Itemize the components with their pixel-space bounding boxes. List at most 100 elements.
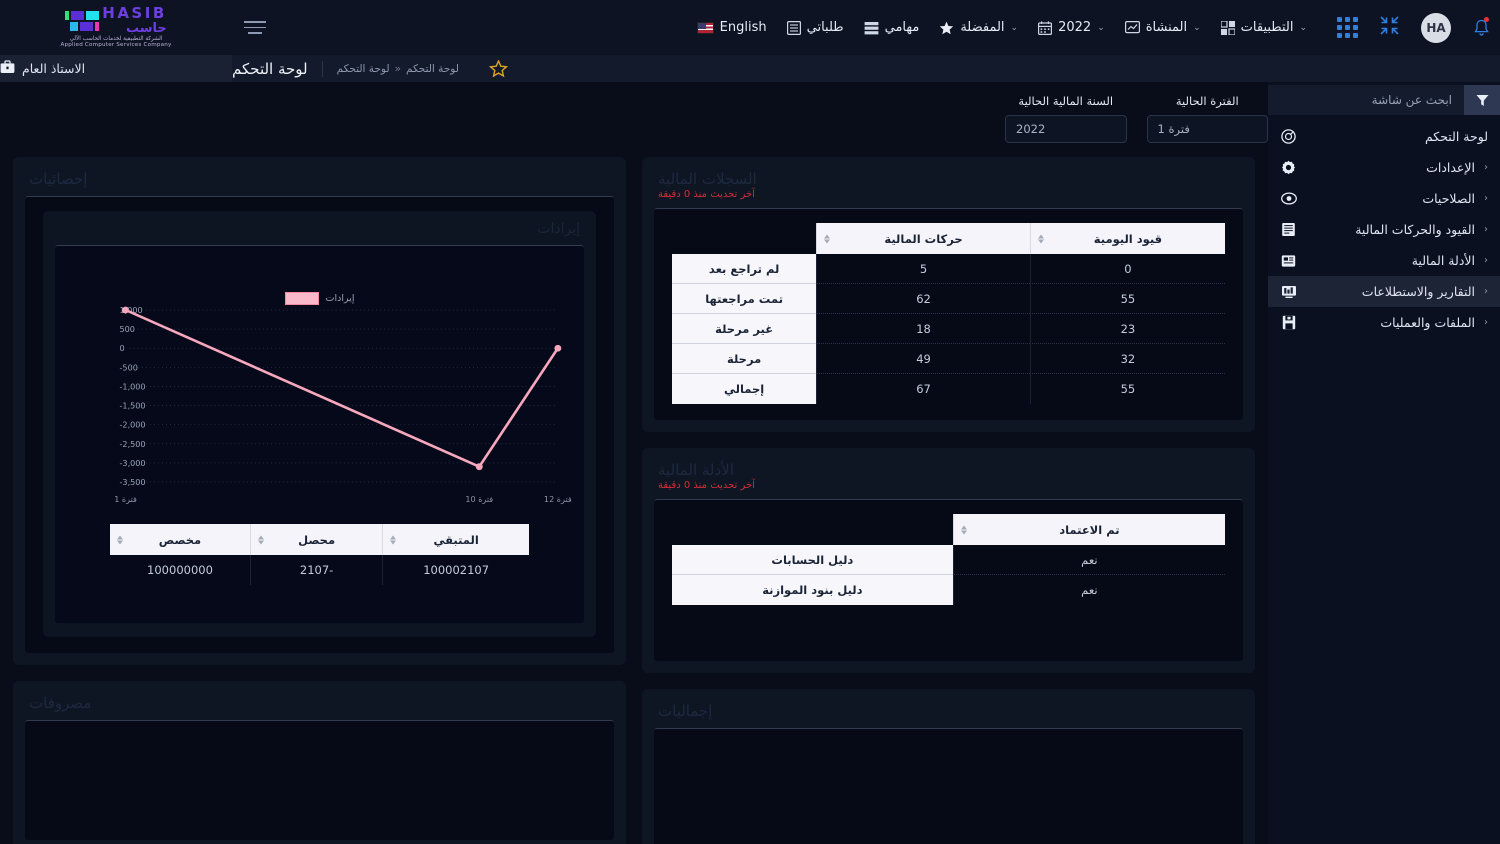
cell-journal: 23	[1030, 314, 1225, 344]
star-icon	[939, 21, 954, 35]
sidebar-item-reports-and-surveys[interactable]: التقارير والاستطلاعات ‹	[1268, 276, 1500, 307]
cell-journal: 32	[1030, 344, 1225, 374]
col-collected[interactable]: محصل	[250, 524, 382, 555]
col-financial-movements[interactable]: حركات المالية	[816, 223, 1030, 254]
sort-icon[interactable]	[824, 234, 830, 243]
breadcrumb-item-1[interactable]: لوحة التحكم	[337, 63, 390, 75]
table-row: نعم دليل بنود الموازنة	[672, 575, 1225, 605]
cell-collected: -2107	[250, 555, 382, 585]
subpanel-spacer	[67, 585, 572, 611]
chevron-down-icon: ⌄	[1011, 23, 1019, 33]
svg-text:2,500-: 2,500-	[120, 440, 146, 449]
hamburger-icon[interactable]	[232, 21, 278, 34]
nav-label: المنشاة	[1146, 20, 1187, 35]
sidebar-item-permissions[interactable]: الصلاحيات ‹	[1268, 183, 1500, 214]
nav-item-my-tasks[interactable]: مهامي	[864, 20, 920, 35]
sort-icon[interactable]	[117, 535, 123, 544]
table-row: 100002107 -2107 100000000	[110, 555, 529, 585]
svg-text:1,000-: 1,000-	[120, 382, 146, 391]
current-fiscal-year-field[interactable]	[1005, 115, 1127, 143]
breadcrumb-item-2[interactable]: لوحة التحكم	[406, 63, 459, 75]
table-header-row: المتبقي محصل	[110, 524, 529, 555]
cell-movements: 49	[816, 344, 1030, 374]
nav-item-favorites[interactable]: ⌄ المفضلة	[939, 20, 1018, 35]
svg-text:3,000-: 3,000-	[120, 459, 146, 468]
main-content: السنة المالية الحالية الفترة الحالية الس…	[0, 82, 1268, 844]
svg-text:فترة 1: فترة 1	[114, 495, 137, 504]
app-launcher-icon[interactable]	[1337, 17, 1358, 38]
search-input[interactable]	[1268, 85, 1464, 115]
divider	[322, 61, 323, 77]
avatar[interactable]: HA	[1421, 13, 1451, 43]
col-label: محصل	[298, 533, 335, 547]
current-period-group: الفترة الحالية	[1147, 94, 1269, 143]
calendar-icon	[1038, 21, 1052, 35]
notification-bell-icon[interactable]	[1473, 18, 1490, 37]
sort-icon[interactable]	[961, 525, 967, 534]
left-column: إحصائيات إيرادات إيرادات	[13, 157, 626, 844]
row-label: تمت مراجعتها	[672, 284, 816, 314]
cell-movements: 18	[816, 314, 1030, 344]
col-label: المتبقي	[433, 533, 478, 547]
col-label: تم الاعتماد	[1059, 523, 1119, 537]
table-header-row: تم الاعتماد	[672, 514, 1225, 545]
nav-item-establishment[interactable]: ⌄ المنشاة	[1125, 20, 1201, 35]
nav-item-fiscal-year[interactable]: ⌄ 2022	[1038, 20, 1105, 35]
sidebar-item-settings[interactable]: الإعدادات ‹	[1268, 152, 1500, 183]
chevron-down-icon: ⌄	[1097, 23, 1105, 33]
dashboard-grid: السجلات المالية آخر تحديث منذ 0 دقيقة قي…	[0, 143, 1268, 844]
sidebar-item-label: الإعدادات	[1306, 160, 1475, 175]
chevron-left-icon: ‹	[1484, 317, 1488, 328]
panel-title: إجماليات	[658, 702, 712, 720]
star-outline-icon[interactable]	[473, 60, 508, 78]
nav-item-language[interactable]: English	[697, 20, 767, 35]
svg-text:2,000-: 2,000-	[120, 421, 146, 430]
panel-title: إحصائيات	[29, 170, 87, 188]
svg-text:فترة 10: فترة 10	[465, 495, 493, 504]
chevron-left-icon: ‹	[1484, 162, 1488, 173]
logo-blocks-icon	[65, 11, 99, 31]
panel-title: مصروفات	[29, 694, 91, 712]
breadcrumb-bar: الاستاذ العام لوحة التحكم لوحة التحكم « …	[0, 55, 1500, 82]
brand-logo: HASIB حاسب الشركة التطبيقية لخدمات الحاس…	[0, 0, 232, 55]
sidebar-item-label: لوحة التحكم	[1306, 129, 1488, 144]
last-update-status: آخر تحديث منذ 0 دقيقة	[658, 189, 755, 200]
panel-financial-records: السجلات المالية آخر تحديث منذ 0 دقيقة قي…	[642, 157, 1255, 432]
breadcrumb-separator: «	[395, 63, 401, 75]
row-label: إجمالي	[672, 374, 816, 404]
nav-item-my-requests[interactable]: طلباتي	[787, 20, 844, 35]
nav-item-applications[interactable]: ⌄ التطبيقات	[1221, 20, 1307, 35]
sidebar-item-financial-evidence[interactable]: الأدلة المالية ‹	[1268, 245, 1500, 276]
col-allocated[interactable]: مخصص	[110, 524, 250, 555]
financial-evidence-table: تم الاعتماد نعم دليل الحسابات	[672, 514, 1225, 605]
collapse-fullscreen-icon[interactable]	[1380, 16, 1399, 39]
ledger-icon	[1280, 222, 1297, 237]
top-navigation-bar: HASIB حاسب الشركة التطبيقية لخدمات الحاس…	[0, 0, 1500, 55]
cell-movements: 5	[816, 254, 1030, 284]
sidebar-item-files-and-operations[interactable]: الملفات والعمليات ‹	[1268, 307, 1500, 338]
col-journal-entries[interactable]: قيود اليومية	[1030, 223, 1225, 254]
sort-icon[interactable]	[258, 535, 264, 544]
nav-label: التطبيقات	[1241, 20, 1294, 35]
panel-title: الأدلة المالية	[658, 461, 734, 479]
cell-movements: 62	[816, 284, 1030, 314]
sidebar-item-dashboard[interactable]: لوحة التحكم	[1268, 121, 1500, 152]
panel-title: السجلات المالية	[658, 170, 757, 188]
funnel-filter-icon[interactable]	[1464, 85, 1500, 115]
chart-legend: إيرادات	[67, 292, 572, 305]
sort-icon[interactable]	[1038, 234, 1044, 243]
nav-label: طلباتي	[807, 20, 844, 35]
current-period-field[interactable]	[1147, 115, 1269, 143]
sidebar-search-row	[1268, 85, 1500, 115]
col-approved[interactable]: تم الاعتماد	[953, 514, 1225, 545]
legend-label: إيرادات	[326, 293, 355, 304]
nav-label: المفضلة	[960, 20, 1004, 35]
sort-icon[interactable]	[390, 535, 396, 544]
col-remaining[interactable]: المتبقي	[382, 524, 529, 555]
table-row: 55 67 إجمالي	[672, 374, 1225, 404]
module-label: الاستاذ العام	[0, 55, 232, 82]
svg-text:500-: 500-	[120, 363, 138, 372]
sidebar-item-entries-and-transactions[interactable]: القيود والحركات المالية ‹	[1268, 214, 1500, 245]
permissions-icon	[1280, 192, 1297, 205]
sidebar: لوحة التحكم الإعدادات ‹ الصلاحيات ‹ القي…	[1268, 82, 1500, 844]
